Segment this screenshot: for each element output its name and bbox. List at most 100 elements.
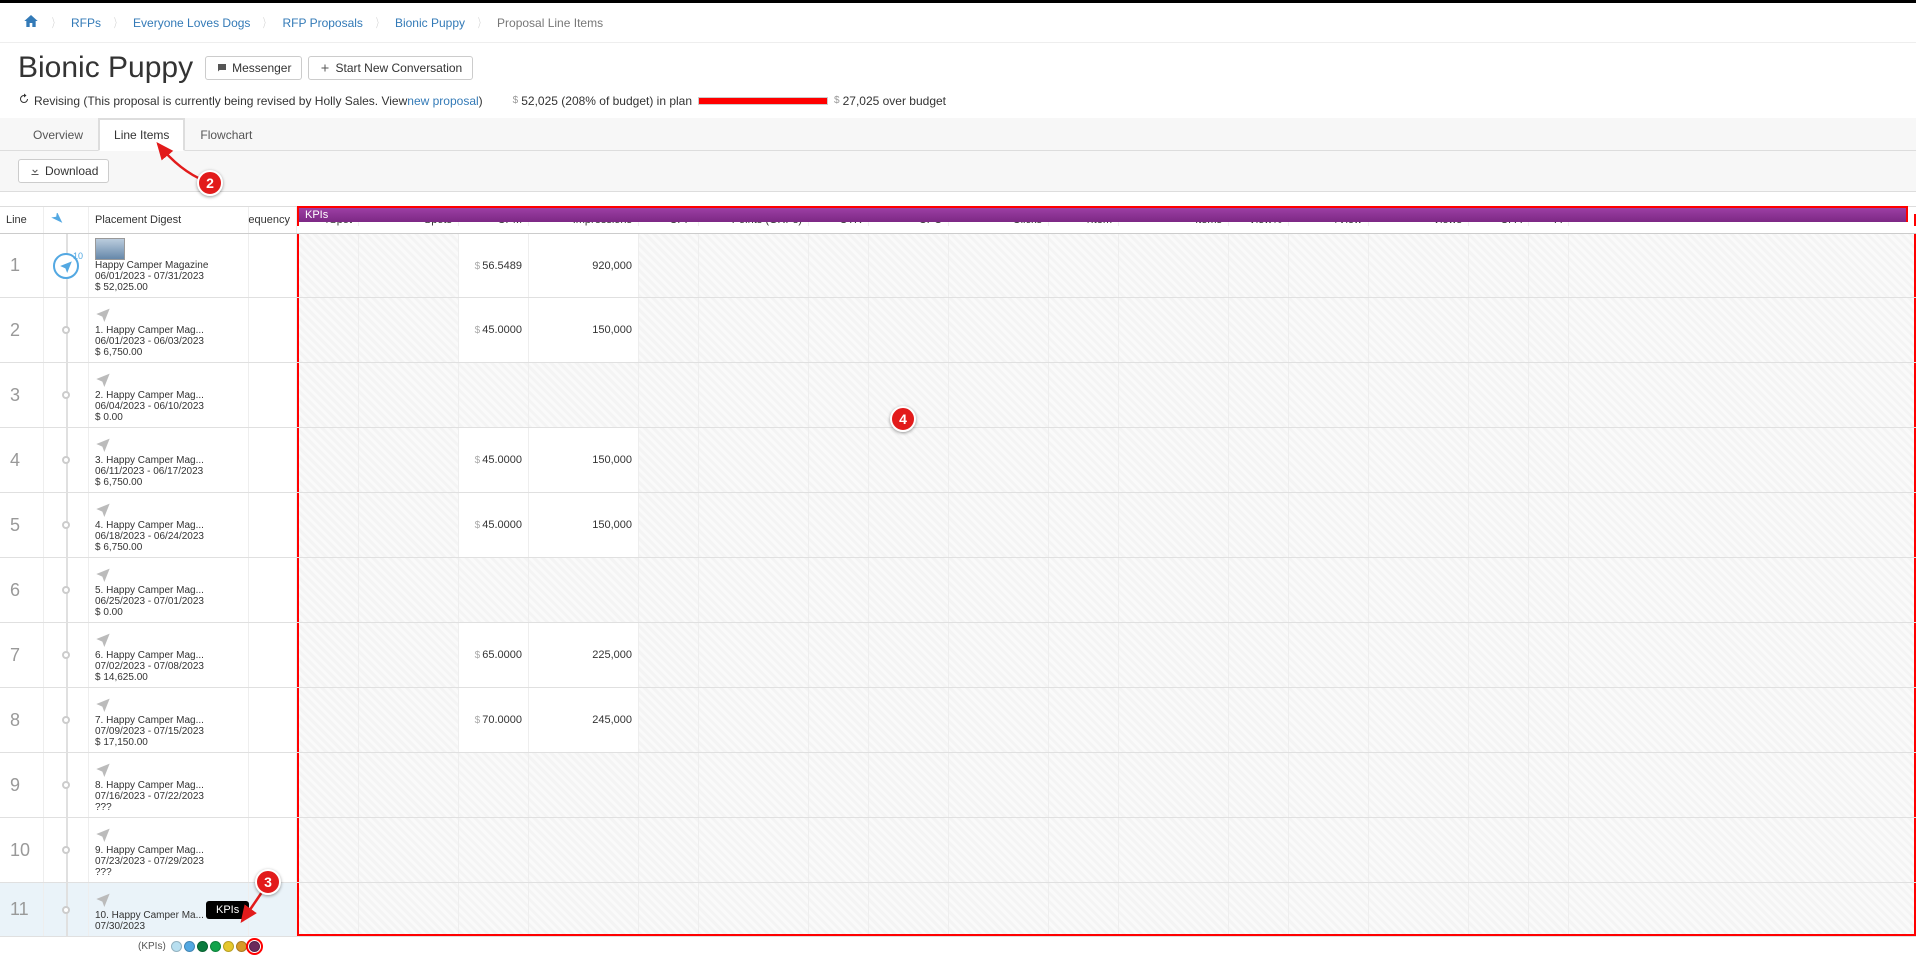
- frequency-cell[interactable]: [249, 298, 297, 362]
- kpi-cell[interactable]: [869, 688, 949, 752]
- kpi-cell[interactable]: [809, 883, 869, 934]
- kpi-cell[interactable]: [809, 298, 869, 362]
- kpi-cell[interactable]: [699, 753, 809, 817]
- kpi-cell[interactable]: [1049, 493, 1119, 557]
- legend-dot[interactable]: [210, 941, 221, 952]
- kpi-cell[interactable]: [359, 363, 459, 427]
- kpi-cell[interactable]: [1229, 298, 1289, 362]
- breadcrumb-link[interactable]: Bionic Puppy: [387, 12, 473, 34]
- tab-overview[interactable]: Overview: [18, 119, 98, 150]
- kpi-cell[interactable]: [1529, 428, 1569, 492]
- kpi-cell[interactable]: [949, 234, 1049, 297]
- legend-dot[interactable]: [171, 941, 182, 952]
- kpi-cell[interactable]: [949, 753, 1049, 817]
- col-line[interactable]: Line: [0, 207, 44, 233]
- kpi-cell[interactable]: [1119, 428, 1229, 492]
- kpi-cell[interactable]: [359, 623, 459, 687]
- kpi-cell[interactable]: [359, 428, 459, 492]
- legend-dot[interactable]: [197, 941, 208, 952]
- kpi-cell[interactable]: [1289, 688, 1369, 752]
- breadcrumb-link[interactable]: RFP Proposals: [274, 12, 370, 34]
- table-row[interactable]: 54. Happy Camper Mag...06/18/2023 - 06/2…: [0, 493, 1916, 558]
- kpi-cell[interactable]: [1529, 298, 1569, 362]
- kpi-cell[interactable]: [949, 623, 1049, 687]
- kpi-cell[interactable]: [1369, 623, 1469, 687]
- kpi-cell[interactable]: [359, 688, 459, 752]
- kpi-cell[interactable]: [1049, 234, 1119, 297]
- kpi-cell[interactable]: [1289, 428, 1369, 492]
- kpi-cell[interactable]: [1529, 493, 1569, 557]
- kpi-cell[interactable]: [1289, 883, 1369, 934]
- kpi-cell[interactable]: [1289, 493, 1369, 557]
- kpi-cell[interactable]: [459, 753, 529, 817]
- kpi-cell[interactable]: [1529, 363, 1569, 427]
- kpi-cell[interactable]: [869, 234, 949, 297]
- kpi-cell[interactable]: 150,000: [529, 493, 639, 557]
- frequency-cell[interactable]: [249, 428, 297, 492]
- kpi-cell[interactable]: [1369, 688, 1469, 752]
- kpi-cell[interactable]: [639, 298, 699, 362]
- kpi-cell[interactable]: [299, 493, 359, 557]
- kpi-cell[interactable]: [699, 363, 809, 427]
- kpi-cell[interactable]: [1469, 688, 1529, 752]
- kpi-cell[interactable]: [459, 363, 529, 427]
- kpi-cell[interactable]: [1289, 818, 1369, 882]
- kpi-cell[interactable]: [359, 818, 459, 882]
- table-row[interactable]: 21. Happy Camper Mag...06/01/2023 - 06/0…: [0, 298, 1916, 363]
- kpi-cell[interactable]: [299, 623, 359, 687]
- kpi-cell[interactable]: [1229, 428, 1289, 492]
- kpi-cell[interactable]: [1049, 558, 1119, 622]
- legend-dot[interactable]: [223, 941, 234, 952]
- kpi-cell[interactable]: $45.0000: [459, 493, 529, 557]
- kpi-cell[interactable]: [1119, 234, 1229, 297]
- kpi-cell[interactable]: [1229, 363, 1289, 427]
- table-row[interactable]: 109. Happy Camper Mag...07/23/2023 - 07/…: [0, 818, 1916, 883]
- kpi-cell[interactable]: [1119, 623, 1229, 687]
- placement-digest[interactable]: 3. Happy Camper Mag...06/11/2023 - 06/17…: [89, 428, 249, 492]
- kpi-cell[interactable]: $45.0000: [459, 428, 529, 492]
- placement-digest[interactable]: 7. Happy Camper Mag...07/09/2023 - 07/15…: [89, 688, 249, 752]
- kpi-cell[interactable]: [1529, 623, 1569, 687]
- kpi-cell[interactable]: [1119, 493, 1229, 557]
- kpi-cell[interactable]: [1119, 753, 1229, 817]
- placement-digest[interactable]: 9. Happy Camper Mag...07/23/2023 - 07/29…: [89, 818, 249, 882]
- kpi-cell[interactable]: [639, 363, 699, 427]
- kpi-cell[interactable]: [1469, 298, 1529, 362]
- kpi-cell[interactable]: [1469, 818, 1529, 882]
- kpi-cell[interactable]: [1369, 234, 1469, 297]
- kpi-cell[interactable]: [529, 753, 639, 817]
- placement-digest[interactable]: 6. Happy Camper Mag...07/02/2023 - 07/08…: [89, 623, 249, 687]
- kpi-cell[interactable]: [359, 493, 459, 557]
- kpi-cell[interactable]: [809, 688, 869, 752]
- kpi-cell[interactable]: [699, 234, 809, 297]
- frequency-cell[interactable]: [249, 558, 297, 622]
- kpi-cell[interactable]: [699, 428, 809, 492]
- kpi-cell[interactable]: [699, 493, 809, 557]
- frequency-cell[interactable]: [249, 493, 297, 557]
- kpi-cell[interactable]: [1049, 753, 1119, 817]
- kpi-cell[interactable]: [359, 753, 459, 817]
- kpi-cell[interactable]: [459, 558, 529, 622]
- frequency-cell[interactable]: [249, 234, 297, 297]
- kpi-cell[interactable]: [869, 883, 949, 934]
- placement-digest[interactable]: 2. Happy Camper Mag...06/04/2023 - 06/10…: [89, 363, 249, 427]
- table-row[interactable]: 1110. Happy Camper Ma...07/30/2023: [0, 883, 1916, 937]
- kpi-cell[interactable]: [1529, 883, 1569, 934]
- kpi-cell[interactable]: [1469, 234, 1529, 297]
- kpi-cell[interactable]: [639, 688, 699, 752]
- kpi-cell[interactable]: [1049, 623, 1119, 687]
- kpi-cell[interactable]: [1229, 234, 1289, 297]
- kpi-cell[interactable]: [1119, 558, 1229, 622]
- kpi-cell[interactable]: [1369, 818, 1469, 882]
- kpi-cell[interactable]: [949, 558, 1049, 622]
- kpi-cell[interactable]: [1229, 883, 1289, 934]
- kpi-cell[interactable]: [639, 623, 699, 687]
- col-flight[interactable]: [44, 207, 89, 233]
- kpi-cell[interactable]: [529, 363, 639, 427]
- plane-icon[interactable]: 10: [53, 253, 79, 279]
- kpi-cell[interactable]: [869, 753, 949, 817]
- frequency-cell[interactable]: [249, 363, 297, 427]
- kpi-cell[interactable]: [1289, 558, 1369, 622]
- kpi-cell[interactable]: [949, 883, 1049, 934]
- table-row[interactable]: 110Happy Camper Magazine06/01/2023 - 07/…: [0, 234, 1916, 298]
